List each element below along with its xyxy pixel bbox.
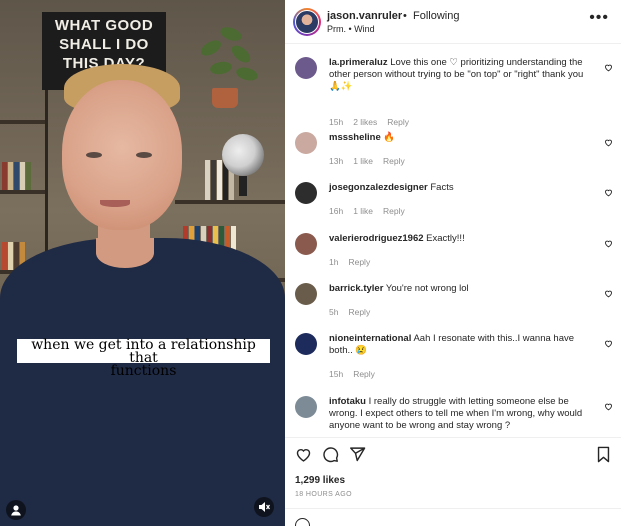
- muted-speaker-icon[interactable]: [254, 497, 274, 517]
- reply-button[interactable]: Reply: [383, 206, 405, 216]
- add-comment-bar: [285, 508, 621, 526]
- comment-likes[interactable]: 1 like: [353, 156, 373, 166]
- user-tag-icon[interactable]: [6, 500, 26, 520]
- commenter-username[interactable]: msssheline: [329, 132, 381, 143]
- reply-button[interactable]: Reply: [348, 257, 370, 267]
- separator-dot: •: [403, 10, 407, 22]
- commenter-avatar[interactable]: [295, 283, 317, 305]
- comment-text: Exactly!!!: [426, 233, 465, 244]
- speaker-face: [62, 80, 182, 230]
- heart-icon[interactable]: [604, 63, 613, 72]
- reply-button[interactable]: Reply: [348, 307, 370, 317]
- reel-video[interactable]: WHAT GOOD SHALL I DO THIS DAY? when we g…: [0, 0, 285, 526]
- comment-likes[interactable]: 1 like: [353, 206, 373, 216]
- likes-count[interactable]: 1,299 likes: [295, 475, 345, 486]
- heart-icon[interactable]: [604, 188, 613, 197]
- commenter-avatar[interactable]: [295, 182, 317, 204]
- emoji-icon[interactable]: [295, 518, 310, 526]
- heart-icon[interactable]: [295, 446, 312, 463]
- comment-time: 16h: [329, 206, 344, 216]
- comment-text: Facts: [430, 182, 454, 193]
- audio-label[interactable]: Prm. • Wind: [327, 24, 375, 34]
- comment-time: 15h: [329, 117, 344, 127]
- comment-text: 🔥: [383, 132, 396, 143]
- comment-text: I really do struggle with letting someon…: [329, 396, 583, 431]
- action-bar: [285, 437, 621, 473]
- comment-time: 15h: [329, 369, 344, 379]
- commenter-username[interactable]: josegonzalezdesigner: [329, 182, 428, 193]
- following-button[interactable]: Following: [413, 10, 459, 22]
- commenter-username[interactable]: infotaku: [329, 396, 366, 407]
- reply-button[interactable]: Reply: [353, 369, 375, 379]
- comment-time: 1h: [329, 257, 339, 267]
- reply-button[interactable]: Reply: [387, 117, 409, 127]
- comment-likes[interactable]: 2 likes: [353, 117, 377, 127]
- commenter-username[interactable]: la.primeraluz: [329, 57, 388, 68]
- commenter-avatar[interactable]: [295, 233, 317, 255]
- comment-text: You're not wrong lol: [385, 283, 469, 294]
- comment-time: 5h: [329, 307, 339, 317]
- heart-icon[interactable]: [604, 138, 613, 147]
- globe: [222, 134, 264, 176]
- heart-icon[interactable]: [604, 402, 613, 411]
- commenter-username[interactable]: valerierodriguez1962: [329, 233, 424, 244]
- comment-icon[interactable]: [322, 446, 339, 463]
- author-avatar[interactable]: [293, 8, 321, 36]
- speaker-shirt: [0, 238, 285, 526]
- commenter-username[interactable]: barrick.tyler: [329, 283, 383, 294]
- comments-list[interactable]: la.primeraluz Love this one ♡ prioritizi…: [285, 45, 621, 437]
- commenter-avatar[interactable]: [295, 396, 317, 418]
- more-options-icon[interactable]: •••: [589, 10, 609, 26]
- send-icon[interactable]: [349, 446, 366, 463]
- plant: [196, 22, 260, 92]
- heart-icon[interactable]: [604, 289, 613, 298]
- video-caption: when we get into a relationship that fun…: [17, 338, 270, 378]
- heart-icon[interactable]: [604, 339, 613, 348]
- comment-time: 13h: [329, 156, 344, 166]
- commenter-avatar[interactable]: [295, 57, 317, 79]
- post-panel: jason.vanruler • Following Prm. • Wind •…: [285, 0, 621, 526]
- commenter-username[interactable]: nioneinternational: [329, 333, 411, 344]
- plant-pot: [212, 88, 238, 108]
- author-username[interactable]: jason.vanruler: [327, 10, 402, 22]
- heart-icon[interactable]: [604, 239, 613, 248]
- post-header: jason.vanruler • Following Prm. • Wind •…: [285, 0, 621, 44]
- post-date: 18 HOURS AGO: [295, 491, 352, 498]
- commenter-avatar[interactable]: [295, 333, 317, 355]
- commenter-avatar[interactable]: [295, 132, 317, 154]
- reply-button[interactable]: Reply: [383, 156, 405, 166]
- bookmark-icon[interactable]: [596, 446, 611, 463]
